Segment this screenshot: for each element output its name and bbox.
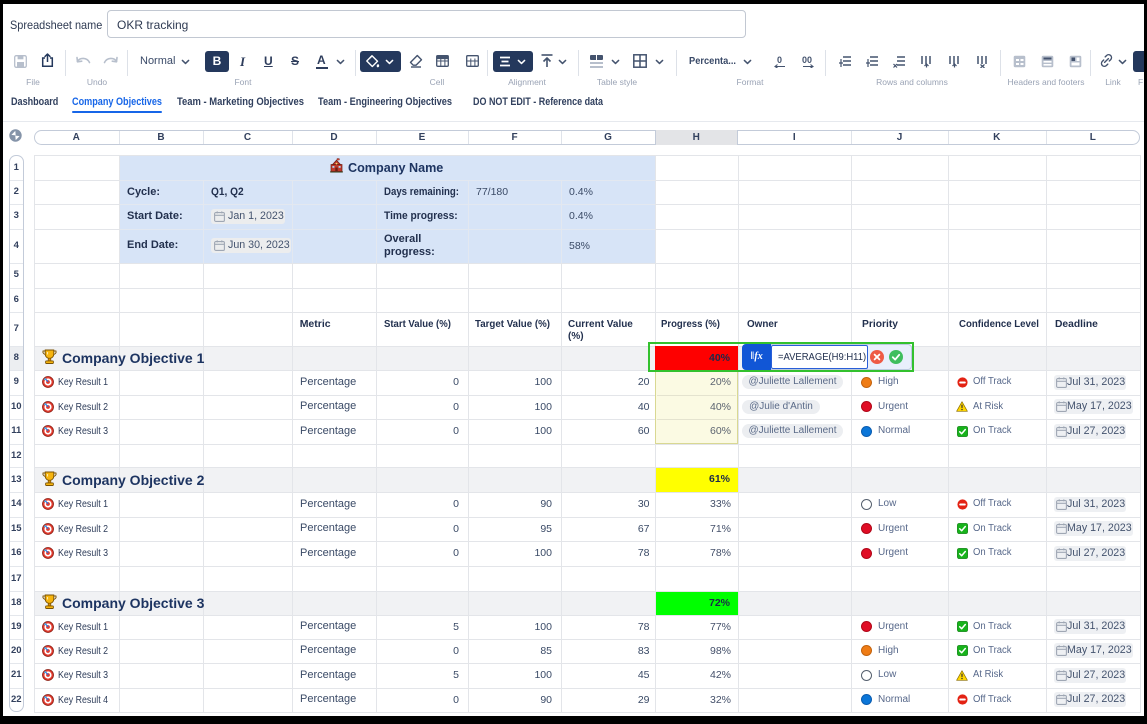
- svg-text:00: 00: [802, 55, 812, 65]
- svg-text:0: 0: [777, 55, 782, 65]
